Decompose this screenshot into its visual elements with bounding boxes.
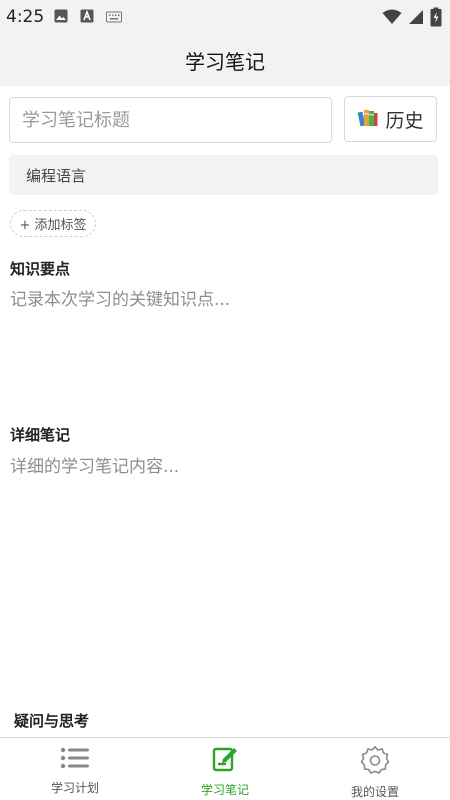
programming-language-select[interactable]: 编程语言 bbox=[9, 155, 438, 195]
books-icon bbox=[357, 106, 379, 133]
gear-icon bbox=[360, 745, 390, 779]
list-icon bbox=[59, 745, 91, 775]
a-notification-icon bbox=[80, 8, 94, 27]
note-title-input[interactable] bbox=[9, 97, 332, 143]
status-time: 4:25 bbox=[6, 7, 45, 27]
battery-charging-icon bbox=[430, 7, 442, 27]
key-points-label: 知识要点 bbox=[10, 260, 71, 278]
history-button[interactable]: 历史 bbox=[344, 96, 437, 142]
tab-study-plan[interactable]: 学习计划 bbox=[0, 738, 150, 800]
bottom-tab-bar: 学习计划 学习笔记 我的设置 bbox=[0, 737, 450, 800]
questions-label: 疑问与思考 bbox=[14, 712, 90, 730]
add-tag-label: + 添加标签 bbox=[19, 218, 87, 233]
tab-my-settings-label: 我的设置 bbox=[350, 785, 399, 799]
tab-study-notes-label: 学习笔记 bbox=[200, 783, 249, 797]
status-right-icons bbox=[382, 7, 442, 27]
tab-study-notes[interactable]: 学习笔记 bbox=[150, 738, 300, 800]
detailed-notes-label: 详细笔记 bbox=[10, 426, 71, 444]
history-button-label: 历史 bbox=[385, 109, 424, 132]
wifi-icon bbox=[382, 9, 402, 24]
tab-study-plan-label: 学习计划 bbox=[50, 781, 99, 795]
key-points-textarea[interactable] bbox=[10, 285, 440, 405]
app-bar: 学习笔记 bbox=[0, 34, 450, 86]
image-icon bbox=[54, 8, 68, 27]
add-tag-button[interactable]: + 添加标签 bbox=[10, 210, 96, 237]
keyboard-icon bbox=[106, 8, 123, 27]
page-title: 学习笔记 bbox=[185, 49, 265, 74]
status-bar: 4:25 bbox=[0, 0, 450, 34]
detailed-notes-textarea[interactable] bbox=[10, 452, 440, 692]
programming-language-label: 编程语言 bbox=[26, 166, 87, 185]
edit-note-icon bbox=[211, 745, 239, 777]
signal-icon bbox=[409, 10, 423, 24]
tab-my-settings[interactable]: 我的设置 bbox=[300, 738, 450, 800]
